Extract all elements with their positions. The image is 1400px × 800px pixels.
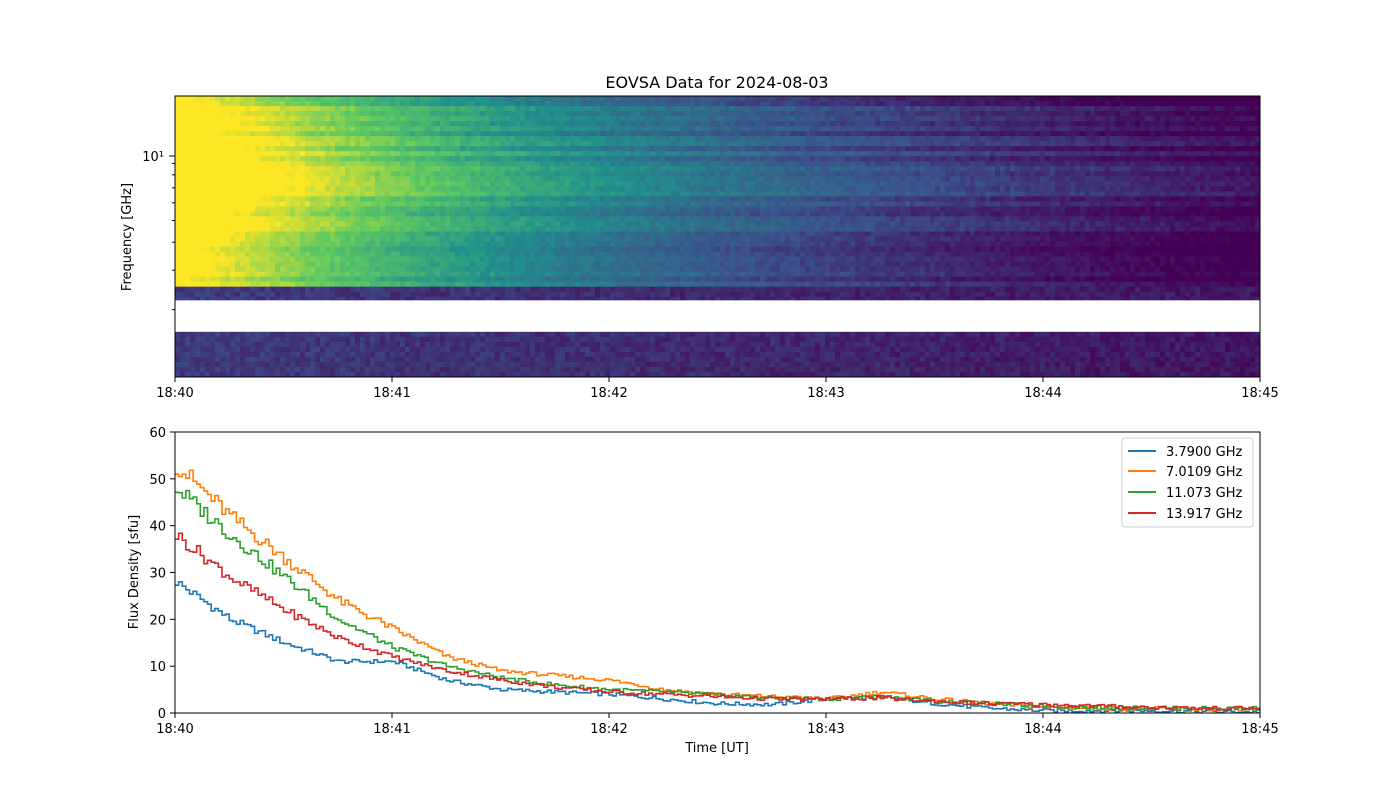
flux-x-axis-label: Time [UT] [684, 741, 749, 756]
x-tick-label: 18:43 [807, 722, 844, 737]
y-tick-label: 40 [149, 520, 166, 535]
spectrogram-panel: 18:40 18:41 18:42 18:43 18:44 18:45 10¹ Frequ… [120, 95, 1279, 401]
x-tick-label: 18:42 [590, 722, 627, 737]
y-tick-label: 30 [149, 567, 166, 582]
x-tick-label: 18:41 [373, 386, 410, 401]
legend-entry: 3.7900 GHz [1166, 445, 1242, 460]
x-tick-label: 18:44 [1024, 722, 1061, 737]
y-tick-label: 50 [149, 473, 166, 488]
legend-entry: 13.917 GHz [1166, 507, 1242, 522]
y-tick-label: 10 [149, 660, 166, 675]
y-tick-label: 60 [149, 426, 166, 441]
legend-entry: 7.0109 GHz [1166, 465, 1242, 480]
x-tick-label: 18:42 [590, 386, 627, 401]
y-tick-label: 0 [158, 707, 166, 722]
x-tick-label: 18:40 [156, 386, 193, 401]
x-tick-label: 18:43 [807, 386, 844, 401]
x-tick-label: 18:41 [373, 722, 410, 737]
x-tick-label: 18:40 [156, 722, 193, 737]
x-tick-label: 18:44 [1024, 386, 1061, 401]
legend: 3.7900 GHz 7.0109 GHz 11.073 GHz 13.917 … [1121, 437, 1254, 528]
figure: EOVSA Data for 2024-08-03 18:40 18:41 18:4… [0, 0, 1400, 800]
y-tick-label: 20 [149, 613, 166, 628]
figure-title: EOVSA Data for 2024-08-03 [605, 73, 828, 92]
x-tick-label: 18:45 [1241, 386, 1278, 401]
spectrogram-image [175, 96, 1260, 377]
spectrogram-y-tick-label: 10¹ [142, 150, 164, 165]
x-tick-label: 18:45 [1241, 722, 1278, 737]
legend-entry: 11.073 GHz [1166, 486, 1242, 501]
spectrogram-y-axis-label: Frequency [GHz] [120, 183, 135, 291]
flux-y-axis-label: Flux Density [sfu] [127, 515, 142, 629]
